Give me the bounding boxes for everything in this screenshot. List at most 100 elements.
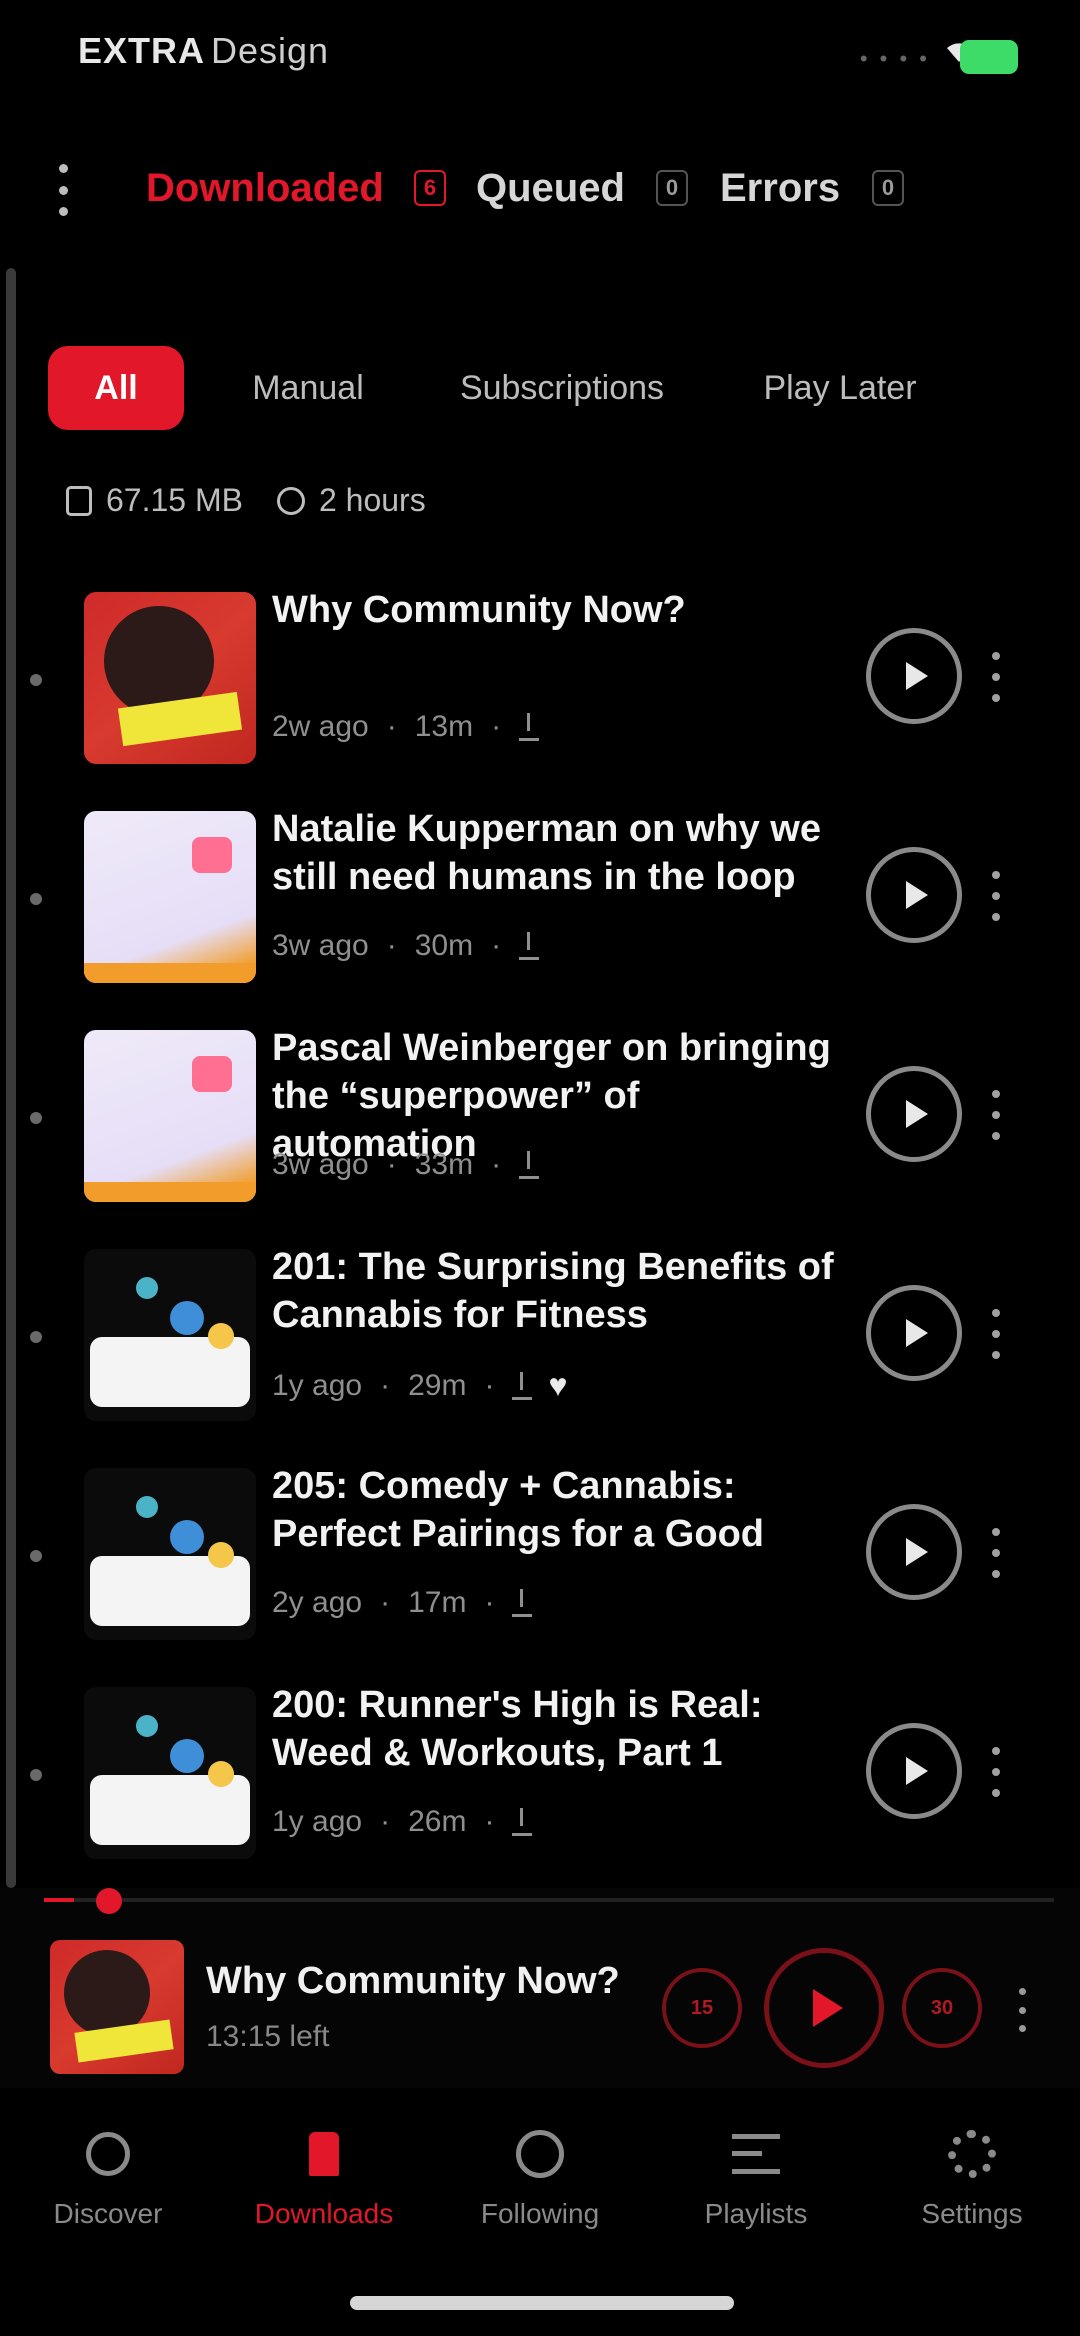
tab-errors[interactable]: Errors [720, 166, 840, 211]
play-icon [906, 1757, 928, 1785]
status-bar: EXTRA Design • • • • [0, 0, 1080, 110]
episode-age: 2y ago [272, 1586, 363, 1619]
nav-discover[interactable]: Discover [0, 2110, 216, 2250]
mini-player-play-button[interactable] [764, 1948, 884, 2068]
playback-progress-bar[interactable] [44, 1888, 1054, 1914]
episode-row[interactable]: Why Community Now? 2w ago · 13m · [0, 582, 1080, 782]
playback-scrubber[interactable] [96, 1888, 122, 1914]
episode-age: 2w ago [272, 710, 369, 743]
episode-duration: 13m [414, 710, 474, 743]
mini-player[interactable]: Why Community Now? 13:15 left 15 30 [0, 1888, 1080, 2088]
downloaded-icon [512, 1808, 533, 1836]
top-tabs: Downloaded 6 Queued 0 Errors 0 [0, 150, 1080, 230]
gear-icon [948, 2130, 996, 2178]
more-options-icon[interactable] [990, 871, 1002, 921]
download-icon [309, 2132, 339, 2176]
playlist-icon [732, 2134, 780, 2174]
play-icon [906, 1538, 928, 1566]
mini-player-more-icon[interactable] [1016, 1988, 1028, 2032]
episode-title: 205: Comedy + Cannabis: Perfect Pairings… [272, 1465, 764, 1555]
episode-age: 3w ago [272, 1148, 369, 1181]
drag-handle-icon[interactable] [30, 1112, 42, 1124]
playback-progress-fill [44, 1898, 75, 1902]
drag-handle-icon[interactable] [30, 674, 42, 686]
battery-icon [960, 40, 1018, 74]
nav-following[interactable]: Following [432, 2110, 648, 2250]
play-icon [906, 881, 928, 909]
episode-meta: 3w ago · 33m · [272, 1148, 540, 1182]
download-summary: 67.15 MB 2 hours [66, 482, 426, 519]
episode-duration: 33m [414, 1148, 474, 1181]
play-icon [906, 1100, 928, 1128]
clock-icon [276, 486, 305, 515]
episode-duration: 29m [408, 1368, 467, 1402]
episode-duration: 17m [408, 1586, 467, 1619]
home-indicator[interactable] [350, 2296, 734, 2310]
now-playing-artwork[interactable] [50, 1940, 184, 2074]
more-options-icon[interactable] [990, 1747, 1002, 1797]
play-button[interactable] [866, 847, 962, 943]
episode-age: 3w ago [272, 929, 369, 962]
episode-row[interactable]: 201: The Surprising Benefits of Cannabis… [0, 1239, 1080, 1439]
episode-age: 1y ago [272, 1805, 363, 1838]
episode-row[interactable]: 205: Comedy + Cannabis: Perfect Pairings… [0, 1458, 1080, 1658]
carrier-label: EXTRA Design [78, 30, 330, 71]
overflow-menu-icon[interactable] [48, 164, 78, 216]
nav-label: Settings [921, 2198, 1023, 2229]
episode-artwork [84, 811, 256, 983]
tab-downloaded[interactable]: Downloaded [146, 166, 384, 211]
play-button[interactable] [866, 628, 962, 724]
downloaded-icon [519, 1151, 540, 1179]
play-button[interactable] [866, 1504, 962, 1600]
summary-duration: 2 hours [318, 482, 426, 518]
skip-forward-button[interactable]: 30 [902, 1968, 982, 2048]
nav-downloads[interactable]: Downloads [216, 2110, 432, 2250]
tab-errors-count: 0 [872, 170, 904, 206]
nav-label: Playlists [704, 2198, 808, 2229]
play-icon [813, 1989, 843, 2027]
drag-handle-icon[interactable] [30, 1331, 42, 1343]
search-icon [86, 2132, 130, 2176]
play-button[interactable] [866, 1723, 962, 1819]
play-button[interactable] [866, 1066, 962, 1162]
episode-title: 200: Runner's High is Real: Weed & Worko… [272, 1684, 763, 1774]
more-options-icon[interactable] [990, 1309, 1002, 1359]
episode-artwork [84, 1468, 256, 1640]
episode-title: Natalie Kupperman on why we still need h… [272, 808, 821, 898]
clock-icon [516, 2130, 564, 2178]
filter-chips: All Manual Subscriptions Play Later [48, 346, 1048, 430]
episode-row[interactable]: Pascal Weinberger on bringing the “super… [0, 1020, 1080, 1220]
episode-row[interactable]: Natalie Kupperman on why we still need h… [0, 801, 1080, 1001]
nav-label: Discover [53, 2198, 163, 2229]
tab-queued-count: 0 [656, 170, 688, 206]
storage-icon [66, 485, 92, 516]
episode-title: Why Community Now? [272, 589, 686, 631]
filter-all[interactable]: All [48, 346, 184, 430]
heart-icon: ♥ [548, 1367, 568, 1403]
episode-duration: 26m [408, 1805, 467, 1838]
drag-handle-icon[interactable] [30, 1769, 42, 1781]
nav-label: Following [480, 2198, 600, 2229]
drag-handle-icon[interactable] [30, 1550, 42, 1562]
more-options-icon[interactable] [990, 652, 1002, 702]
more-options-icon[interactable] [990, 1090, 1002, 1140]
play-icon [906, 662, 928, 690]
episode-artwork [84, 592, 256, 764]
downloaded-icon [519, 932, 540, 960]
drag-handle-icon[interactable] [30, 893, 42, 905]
nav-settings[interactable]: Settings [864, 2110, 1080, 2250]
nav-playlists[interactable]: Playlists [648, 2110, 864, 2250]
filter-play-later[interactable]: Play Later [740, 346, 940, 430]
now-playing-title[interactable]: Why Community Now? [206, 1960, 620, 2003]
tab-queued[interactable]: Queued [476, 166, 625, 211]
downloaded-icon [519, 713, 540, 741]
skip-back-button[interactable]: 15 [662, 1968, 742, 2048]
bottom-nav: Discover Downloads Following Playlists S… [0, 2110, 1080, 2250]
episode-row[interactable]: 200: Runner's High is Real: Weed & Worko… [0, 1677, 1080, 1877]
tab-downloaded-count: 6 [414, 170, 446, 206]
more-options-icon[interactable] [990, 1528, 1002, 1578]
filter-subscriptions[interactable]: Subscriptions [432, 346, 692, 430]
filter-manual[interactable]: Manual [220, 346, 396, 430]
play-button[interactable] [866, 1285, 962, 1381]
play-icon [906, 1319, 928, 1347]
